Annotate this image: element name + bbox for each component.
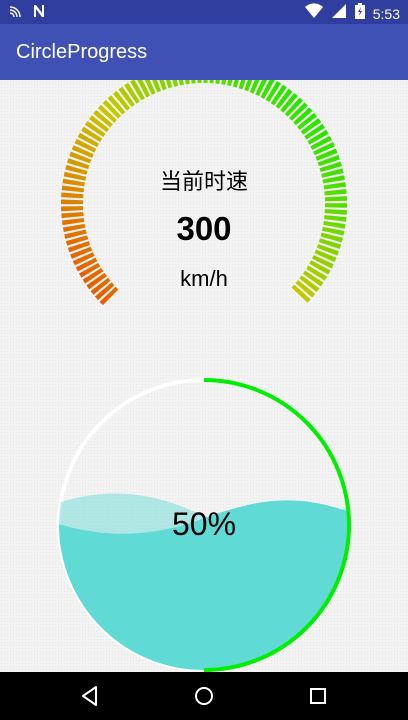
cell-signal-icon: [331, 3, 347, 24]
status-bar: 5:53: [0, 0, 408, 24]
n-notification-icon: [32, 4, 46, 23]
battery-icon: [354, 3, 365, 24]
app-title: CircleProgress: [16, 41, 148, 63]
cast-icon: [8, 4, 22, 23]
recents-icon[interactable]: [302, 680, 334, 712]
back-icon[interactable]: [74, 680, 106, 712]
speed-dial-value: 300: [176, 210, 232, 247]
content-area: 当前时速 300 km/h 50%: [0, 80, 408, 672]
wifi-icon: [304, 3, 323, 24]
wave-progress-label: 50%: [171, 506, 237, 542]
app-bar: CircleProgress: [0, 24, 408, 80]
speed-dial-unit: km/h: [180, 266, 228, 291]
home-icon[interactable]: [188, 680, 220, 712]
navigation-bar: [0, 672, 408, 720]
speed-dial-title: 当前时速: [159, 170, 248, 195]
status-time: 5:53: [372, 5, 400, 22]
